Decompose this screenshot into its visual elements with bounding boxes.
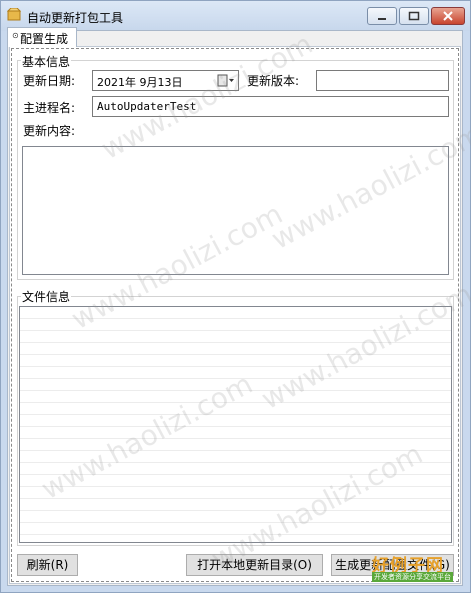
update-version-input[interactable] (316, 70, 449, 91)
open-local-update-dir-button[interactable]: 打开本地更新目录(O) (186, 554, 323, 576)
main-process-label: 主进程名: (23, 101, 76, 115)
maximize-icon (408, 11, 420, 21)
maximize-button[interactable] (399, 7, 429, 25)
refresh-button[interactable]: 刷新(R) (17, 554, 78, 576)
basic-info-title: 基本信息 (21, 53, 72, 70)
main-process-value: AutoUpdaterTest (97, 100, 197, 113)
update-date-label: 更新日期: (23, 74, 76, 88)
close-button[interactable] (431, 7, 465, 25)
tab-config-generate[interactable]: ⊙ 配置生成 (7, 27, 77, 47)
calendar-dropdown-icon[interactable] (217, 74, 235, 88)
minimize-icon (378, 18, 386, 20)
update-content-label: 更新内容: (23, 124, 76, 138)
window-title: 自动更新打包工具 (27, 11, 124, 25)
close-icon (443, 11, 453, 21)
file-list[interactable] (19, 306, 452, 543)
update-content-textarea[interactable] (22, 146, 449, 275)
update-version-label: 更新版本: (247, 74, 300, 88)
update-date-picker[interactable]: 2021年 9月13日 (92, 70, 239, 91)
update-date-value: 2021年 9月13日 (97, 76, 183, 89)
site-logo: 好例子网 开发者资源分享交流平台 (372, 554, 453, 582)
main-process-input[interactable]: AutoUpdaterTest (92, 96, 449, 117)
tab-label: 配置生成 (20, 32, 69, 46)
tab-bullet-icon: ⊙ (12, 31, 19, 40)
minimize-button[interactable] (367, 7, 397, 25)
logo-subtext: 开发者资源分享交流平台 (372, 572, 453, 582)
file-info-title: 文件信息 (21, 288, 72, 305)
app-icon (7, 8, 21, 21)
